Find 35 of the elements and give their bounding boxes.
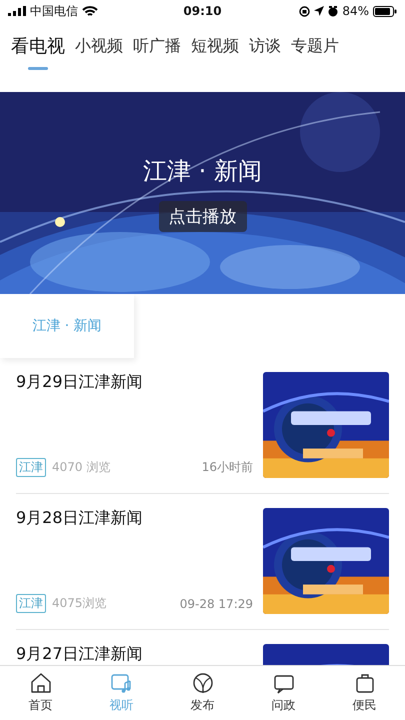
publish-time: 16小时前 <box>202 459 253 476</box>
category-tab[interactable]: 看电视 <box>6 34 70 58</box>
news-title[interactable]: 9月29日江津新闻 <box>16 372 253 393</box>
location-icon <box>314 6 324 16</box>
bag-icon <box>354 672 376 694</box>
alarm-icon <box>328 6 338 16</box>
category-tab[interactable]: 短视频 <box>186 36 244 56</box>
home-icon <box>30 672 52 694</box>
battery-percent: 84% <box>342 4 369 18</box>
play-button[interactable]: 点击播放 <box>158 200 246 232</box>
media-icon <box>110 672 132 694</box>
wifi-icon <box>82 6 98 16</box>
view-count: 4075浏览 <box>52 595 107 612</box>
source-tag: 江津 <box>16 594 46 613</box>
news-title[interactable]: 9月27日江津新闻 <box>16 644 253 665</box>
battery-icon <box>372 6 397 16</box>
nav-tab[interactable]: 问政 <box>243 666 324 720</box>
carrier-name: 中国电信 <box>30 2 78 20</box>
publish-time: 09-28 17:29 <box>180 596 253 610</box>
source-tag: 江津 <box>16 458 46 477</box>
nav-tab[interactable]: 便民 <box>324 666 405 720</box>
signal-icon <box>8 6 26 16</box>
lock-rotation-icon <box>299 6 310 16</box>
banner-title: 江津 · 新闻 <box>143 156 262 186</box>
category-tab[interactable]: 小视频 <box>70 36 128 56</box>
nav-tab[interactable]: 发布 <box>162 666 243 720</box>
news-title[interactable]: 9月28日江津新闻 <box>16 508 253 529</box>
clock-time: 09:10 <box>183 4 222 18</box>
view-count: 4070 浏览 <box>52 459 110 476</box>
category-tab[interactable]: 专题片 <box>286 36 344 56</box>
ball-icon <box>192 672 214 694</box>
category-tab[interactable]: 听广播 <box>128 36 186 56</box>
category-tab[interactable]: 访谈 <box>244 36 286 56</box>
tab-indicator <box>28 67 48 70</box>
nav-tab[interactable]: 首页 <box>0 666 81 720</box>
